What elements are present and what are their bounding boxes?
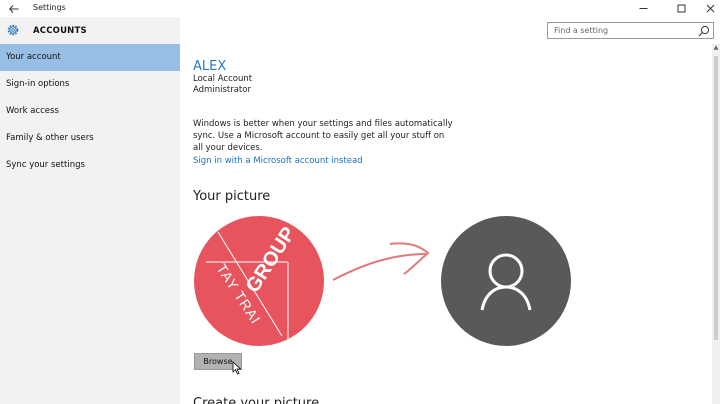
scroll-thumb[interactable] — [714, 56, 718, 340]
main-content: ALEX Local Account Administrator Windows… — [180, 44, 712, 404]
account-username: ALEX — [193, 59, 227, 74]
sync-message: Windows is better when your settings and… — [193, 119, 453, 153]
scroll-up-icon[interactable]: ▲ — [712, 44, 720, 52]
scrollbar[interactable]: ▲ — [712, 44, 720, 404]
maximize-button[interactable] — [668, 0, 694, 17]
close-button[interactable] — [697, 0, 720, 17]
picture-heading: Your picture — [193, 189, 271, 204]
search-icon[interactable] — [698, 25, 710, 37]
microsoft-signin-link[interactable]: Sign in with a Microsoft account instead — [193, 156, 363, 166]
sidebar-item-label: Family & other users — [6, 133, 94, 143]
account-type: Local Account — [193, 74, 253, 84]
minimize-button[interactable] — [630, 0, 656, 17]
sidebar-item-label: Work access — [6, 106, 59, 116]
sidebar-item-label: Your account — [6, 52, 61, 62]
sidebar-heading: ACCOUNTS — [33, 26, 87, 36]
sidebar-item-label: Sign-in options — [6, 79, 70, 89]
window-title: Settings — [33, 3, 66, 12]
title-bar: Settings — [0, 0, 720, 17]
minimize-icon — [639, 8, 647, 9]
sidebar-item-work-access[interactable]: Work access — [0, 98, 180, 125]
sidebar-item-sign-in-options[interactable]: Sign-in options — [0, 71, 180, 98]
maximize-icon — [677, 4, 685, 13]
gear-icon — [7, 24, 19, 36]
group-logo-picture: GROUP TAY TRAI — [194, 216, 324, 346]
close-icon — [706, 4, 714, 13]
back-arrow-icon[interactable] — [4, 0, 24, 17]
arrow-icon — [332, 242, 430, 281]
account-role: Administrator — [193, 85, 251, 95]
sidebar: ACCOUNTS Your account Sign-in options Wo… — [0, 17, 180, 404]
sidebar-header: ACCOUNTS — [0, 17, 180, 44]
sidebar-item-sync-settings[interactable]: Sync your settings — [0, 152, 180, 179]
user-icon — [480, 253, 532, 311]
create-picture-heading: Create your picture — [193, 397, 319, 404]
sidebar-item-your-account[interactable]: Your account — [0, 44, 180, 71]
mouse-cursor-icon — [232, 361, 242, 375]
sidebar-item-label: Sync your settings — [6, 160, 85, 170]
avatar — [441, 216, 571, 346]
sidebar-item-family-other-users[interactable]: Family & other users — [0, 125, 180, 152]
search-box — [547, 22, 714, 39]
search-input[interactable] — [548, 23, 699, 38]
